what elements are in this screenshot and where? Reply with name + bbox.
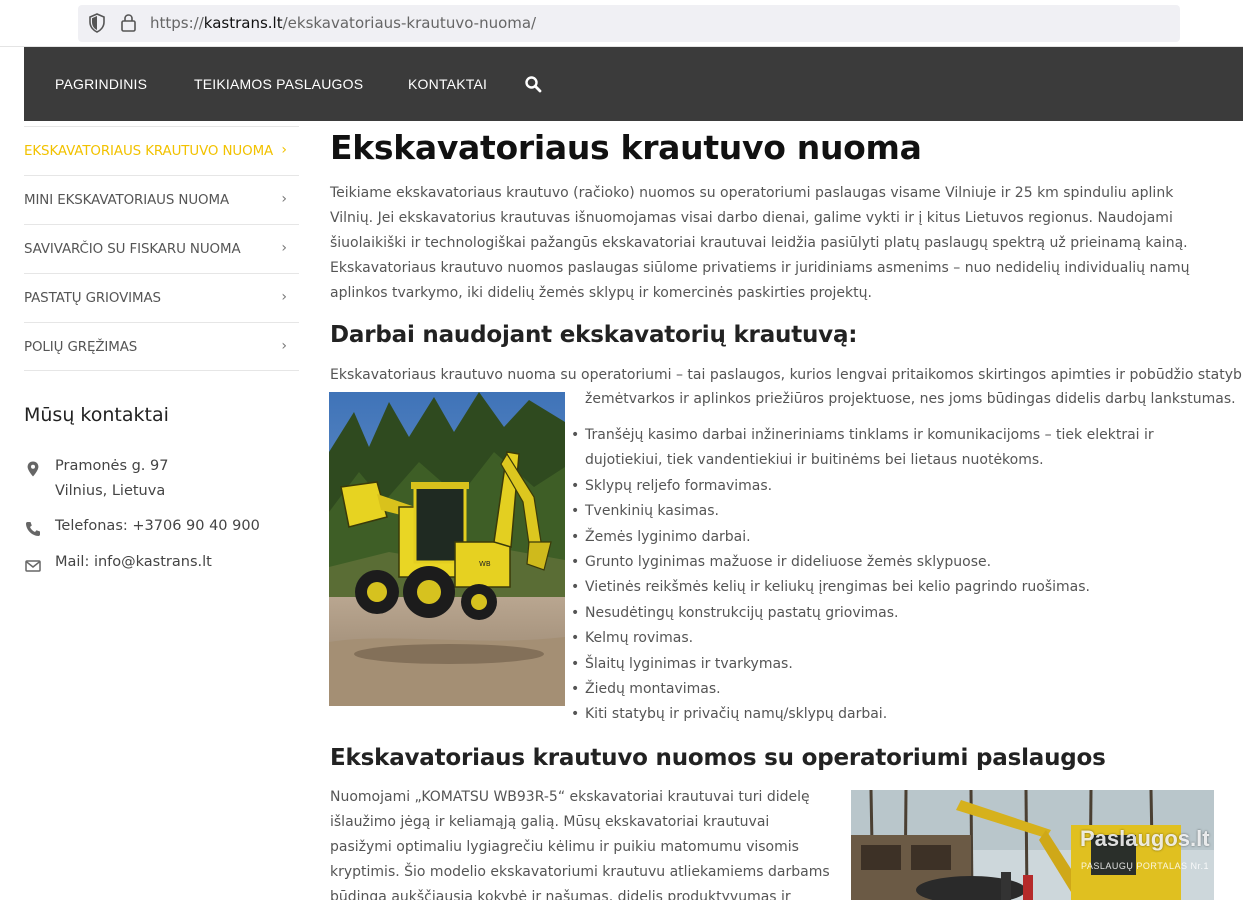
map-pin-icon	[27, 461, 39, 477]
chevron-right-icon: ›	[281, 338, 287, 354]
list-item: Šlaitų lyginimas ir tvarkymas.	[570, 652, 1210, 678]
section-title-darbai: Darbai naudojant ekskavatorių krautuvą:	[330, 322, 858, 348]
sidebar-item-mini-ekskavatoriaus-nuoma[interactable]: MINI EKSKAVATORIAUS NUOMA ›	[24, 175, 299, 224]
list-item: Sklypų reljefo formavimas.	[570, 474, 1210, 500]
sidebar-item-label: MINI EKSKAVATORIAUS NUOMA	[24, 193, 230, 208]
sidebar-item-poliu-grezimas[interactable]: POLIŲ GRĘŽIMAS ›	[24, 322, 299, 371]
chevron-right-icon: ›	[281, 240, 287, 256]
list-item: Tvenkinių kasimas.	[570, 499, 1210, 525]
watermark-logo: Paslaugos.lt	[1080, 826, 1210, 851]
section-title-paslaugos: Ekskavatoriaus krautuvo nuomos su operat…	[330, 745, 1106, 771]
nav-item-teikiamos-paslaugos[interactable]: TEIKIAMOS PASLAUGOS	[194, 76, 363, 92]
intro-paragraph: Teikiame ekskavatoriaus krautuvo (račiok…	[330, 185, 1190, 301]
page-title: Ekskavatoriaus krautuvo nuoma	[330, 128, 922, 167]
sidebar-item-label: POLIŲ GRĘŽIMAS	[24, 340, 138, 355]
chevron-right-icon: ›	[281, 191, 287, 207]
sidebar-item-savivarcio-su-fiskaru-nuoma[interactable]: SAVIVARČIO SU FISKARU NUOMA ›	[24, 224, 299, 273]
list-item: Kiti statybų ir privačių namų/sklypų dar…	[570, 702, 1210, 728]
sidebar-item-label: PASTATŲ GRIOVIMAS	[24, 291, 161, 306]
mail-icon	[25, 560, 41, 572]
search-icon[interactable]	[524, 75, 542, 93]
lock-icon[interactable]	[120, 13, 137, 33]
list-item: Grunto lyginimas mažuose ir dideliuose ž…	[570, 550, 1210, 576]
list-item: Žiedų montavimas.	[570, 677, 1210, 703]
section-lead-line-2: žemėtvarkos ir aplinkos priežiūros proje…	[585, 391, 1236, 407]
nav-item-pagrindinis[interactable]: PAGRINDINIS	[55, 76, 147, 92]
backhoe-loader-photo: WB	[329, 392, 565, 706]
sidebar-item-pastatu-griovimas[interactable]: PASTATŲ GRIOVIMAS ›	[24, 273, 299, 322]
shield-icon[interactable]	[88, 13, 106, 33]
sidebar-item-label: SAVIVARČIO SU FISKARU NUOMA	[24, 242, 241, 257]
chevron-right-icon: ›	[281, 142, 287, 158]
chevron-right-icon: ›	[281, 289, 287, 305]
contact-phone[interactable]: Telefonas: +3706 90 40 900	[55, 518, 260, 534]
list-item: Tranšėjų kasimo darbai inžineriniams tin…	[570, 423, 1210, 474]
sidebar-menu: EKSKAVATORIAUS KRAUTUVO NUOMA › MINI EKS…	[24, 126, 299, 371]
list-item: Nesudėtingų konstrukcijų pastatų griovim…	[570, 601, 1210, 627]
contact-address-line1: Pramonės g. 97	[55, 458, 169, 474]
services-bullet-list: Tranšėjų kasimo darbai inžineriniams tin…	[570, 423, 1210, 728]
section-2-paragraph: Nuomojami „KOMATSU WB93R-5“ ekskavatoria…	[330, 789, 830, 900]
sidebar-item-ekskavatoriaus-krautuvo-nuoma[interactable]: EKSKAVATORIAUS KRAUTUVO NUOMA ›	[24, 126, 299, 175]
phone-icon	[26, 522, 40, 536]
sidebar-item-label: EKSKAVATORIAUS KRAUTUVO NUOMA	[24, 144, 274, 159]
list-item: Žemės lyginimo darbai.	[570, 525, 1210, 551]
contacts-title: Mūsų kontaktai	[24, 404, 169, 426]
svg-text:WB: WB	[479, 560, 491, 568]
main-navbar: PAGRINDINIS TEIKIAMOS PASLAUGOS KONTAKTA…	[24, 47, 1243, 121]
section-lead-line-1: Ekskavatoriaus krautuvo nuoma su operato…	[330, 367, 1243, 383]
contact-mail[interactable]: Mail: info@kastrans.lt	[55, 554, 212, 570]
contact-address-line2: Vilnius, Lietuva	[55, 483, 166, 499]
url-text[interactable]: https://kastrans.lt/ekskavatoriaus-kraut…	[150, 14, 536, 32]
list-item: Vietinės reikšmės kelių ir keliukų įreng…	[570, 575, 1210, 601]
watermark-subtitle: PASLAUGŲ PORTALAS Nr.1	[1081, 861, 1210, 871]
nav-item-kontaktai[interactable]: KONTAKTAI	[408, 76, 487, 92]
browser-toolbar: https://kastrans.lt/ekskavatoriaus-kraut…	[0, 0, 1243, 47]
list-item: Kelmų rovimas.	[570, 626, 1210, 652]
